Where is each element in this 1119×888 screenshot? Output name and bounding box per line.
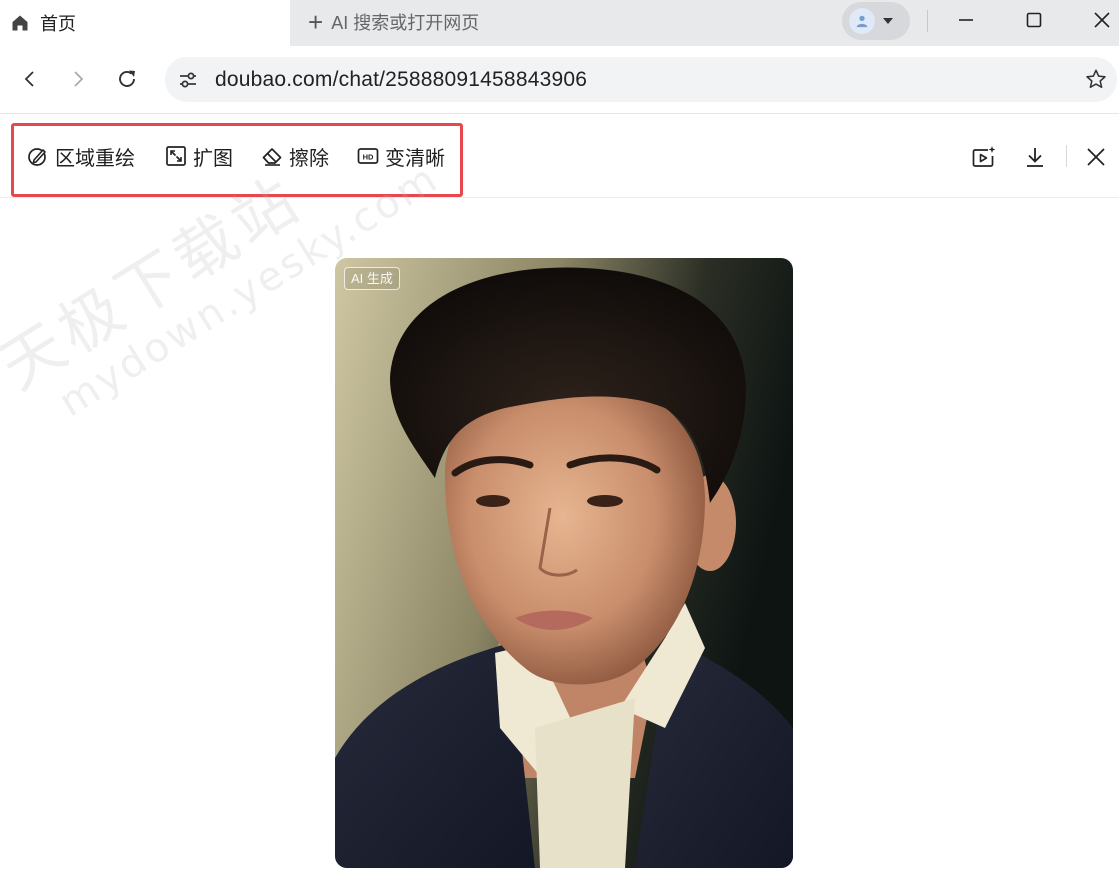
inpaint-label: 区域重绘 — [55, 147, 135, 170]
erase-label: 擦除 — [289, 147, 329, 170]
hd-icon: HD — [357, 148, 379, 164]
close-icon — [1087, 148, 1105, 166]
portrait-image — [335, 258, 793, 868]
inpaint-icon — [28, 148, 46, 166]
maximize-icon — [1026, 12, 1042, 28]
minimize-button[interactable] — [936, 0, 996, 40]
new-tab-button[interactable]: + AI 搜索或打开网页 — [308, 8, 479, 36]
forward-icon — [74, 71, 84, 87]
close-icon — [1094, 12, 1110, 28]
tab-strip: 首页 + AI 搜索或打开网页 — [0, 0, 1119, 46]
divider — [1066, 145, 1067, 167]
person-icon — [849, 8, 875, 34]
reload-icon — [119, 70, 135, 87]
inpaint-button[interactable]: 区域重绘 — [27, 143, 135, 170]
make-video-button[interactable] — [971, 144, 997, 170]
image-canvas: AI 生成 — [0, 199, 1119, 888]
enhance-label: 变清晰 — [385, 147, 445, 170]
erase-button[interactable]: 擦除 — [261, 143, 329, 170]
expand-button[interactable]: 扩图 — [165, 143, 233, 170]
svg-text:HD: HD — [363, 153, 374, 162]
plus-icon: + — [308, 7, 324, 37]
maximize-button[interactable] — [1004, 0, 1064, 40]
enhance-button[interactable]: HD 变清晰 — [357, 143, 445, 170]
home-icon — [12, 15, 28, 31]
back-button[interactable] — [15, 64, 45, 94]
back-icon — [24, 71, 34, 87]
eraser-icon — [262, 148, 282, 166]
tune-icon[interactable] — [177, 69, 199, 91]
forward-button[interactable] — [63, 64, 93, 94]
minimize-icon — [959, 19, 973, 21]
url-text[interactable]: doubao.com/chat/25888091458843906 — [215, 68, 587, 92]
generated-image[interactable]: AI 生成 — [335, 258, 793, 868]
ai-generated-badge: AI 生成 — [344, 267, 400, 290]
divider — [927, 10, 928, 32]
chevron-down-icon — [883, 18, 893, 24]
expand-icon — [166, 146, 186, 166]
tab-home[interactable]: 首页 — [0, 0, 290, 46]
star-icon[interactable] — [1085, 68, 1107, 90]
close-editor-button[interactable] — [1083, 144, 1109, 170]
download-button[interactable] — [1022, 144, 1048, 170]
navigation-bar: doubao.com/chat/25888091458843906 — [0, 46, 1119, 114]
make-video-icon — [972, 146, 996, 167]
expand-label: 扩图 — [193, 147, 233, 170]
download-icon — [1027, 148, 1043, 167]
address-bar[interactable]: doubao.com/chat/25888091458843906 — [165, 57, 1117, 102]
tab-title: 首页 — [40, 14, 76, 34]
image-editor-toolbar: 区域重绘 扩图 擦除 HD 变清晰 — [0, 114, 1119, 198]
reload-button[interactable] — [112, 64, 142, 94]
window-close-button[interactable] — [1072, 0, 1119, 40]
new-tab-label: AI 搜索或打开网页 — [331, 13, 480, 33]
profile-button[interactable] — [842, 2, 910, 40]
